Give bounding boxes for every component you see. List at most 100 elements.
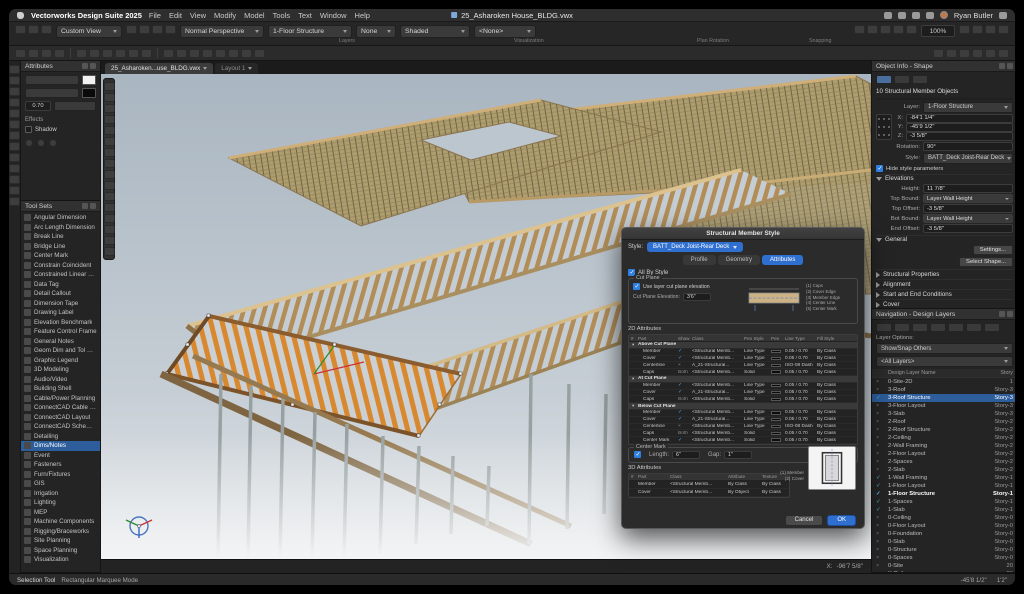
attr2d-row[interactable]: Member ✓ <Structural Memb... Line Type 0… bbox=[629, 383, 857, 390]
class-cell[interactable]: A_21-Structural... bbox=[690, 417, 742, 422]
class-cell[interactable]: <Structural Memb... bbox=[690, 397, 742, 402]
saved-view-dropdown[interactable]: Custom View bbox=[56, 25, 122, 38]
toolset-item[interactable]: Site Planning bbox=[21, 536, 100, 546]
toolset-item[interactable]: Drawing Label bbox=[21, 308, 100, 318]
basic-tool-icon[interactable] bbox=[9, 65, 20, 74]
dialog-style-dropdown[interactable]: BATT_Deck Joist-Rear Deck bbox=[647, 242, 743, 252]
layer-visibility-mark[interactable]: × bbox=[876, 515, 888, 521]
attribute-mapping-button[interactable] bbox=[49, 139, 57, 147]
design-layer-row[interactable]: × 2-Roof Story-2 bbox=[872, 418, 1016, 426]
navigation-tab-icon[interactable] bbox=[966, 323, 982, 332]
attr2d-row[interactable]: Caps Both <Structural Memb... Solid 0.05… bbox=[629, 396, 857, 403]
design-layer-row[interactable]: ✓ 3-Roof Structure Story-3 bbox=[872, 394, 1016, 402]
toolset-item[interactable]: Geom Dim and Tol Note bbox=[21, 346, 100, 356]
design-layer-row[interactable]: × 2-Slab Story-2 bbox=[872, 466, 1016, 474]
toolset-item[interactable]: Dimension Tape bbox=[21, 299, 100, 309]
design-layer-row[interactable]: × 0-Site 20 bbox=[872, 562, 1016, 570]
palette-tool-icon[interactable] bbox=[104, 181, 115, 190]
control-center-icon[interactable] bbox=[999, 12, 1007, 19]
render-mode-dropdown[interactable]: Shaded bbox=[400, 25, 470, 38]
workspace-icon[interactable] bbox=[959, 49, 970, 58]
menu-item[interactable]: Model bbox=[244, 11, 264, 20]
basic-tool-icon[interactable] bbox=[9, 131, 20, 140]
layer-visibility-mark[interactable]: × bbox=[876, 555, 888, 561]
fill-style-cell[interactable]: By Class bbox=[815, 410, 857, 415]
pan-rotate-icon[interactable] bbox=[867, 25, 878, 34]
pen-color-cell[interactable] bbox=[771, 364, 781, 368]
toolset-item[interactable]: Bridge Line bbox=[21, 242, 100, 252]
wifi-icon[interactable] bbox=[912, 12, 920, 19]
layer-visibility-mark[interactable]: × bbox=[876, 563, 888, 569]
ok-button[interactable]: OK bbox=[827, 515, 856, 526]
elevations-section-header[interactable]: Elevations bbox=[876, 174, 1013, 182]
line-type-cell[interactable]: 0.05 / 0.70 bbox=[783, 370, 815, 375]
attr3d-row[interactable]: Cover <Structural Memb... By Object By C… bbox=[629, 489, 789, 497]
attr2d-row[interactable]: Center Mark ✓ <Structural Memb... Solid … bbox=[629, 437, 857, 444]
toolset-item[interactable]: Constrained Linear Dim bbox=[21, 270, 100, 280]
user-avatar[interactable] bbox=[940, 11, 948, 19]
attr2d-row[interactable]: Caps Both <Structural Memb... Solid 0.05… bbox=[629, 430, 857, 437]
attr2d-row[interactable]: At Cut Plane bbox=[629, 376, 857, 383]
palette-tool-icon[interactable] bbox=[104, 115, 115, 124]
pen-color-cell[interactable] bbox=[771, 370, 781, 374]
tool-option-icon[interactable] bbox=[215, 49, 226, 58]
view-control-icon[interactable] bbox=[165, 25, 176, 34]
line-type-cell[interactable]: 0.05 / 0.70 bbox=[783, 383, 815, 388]
attr2d-row[interactable]: Centerline × A_21-Structural... Line Typ… bbox=[629, 362, 857, 369]
elevation-field[interactable]: 11 7/8" bbox=[923, 184, 1013, 193]
layer-visibility-mark[interactable]: × bbox=[876, 435, 888, 441]
selection-option-icon[interactable] bbox=[128, 49, 139, 58]
tool-option-icon[interactable] bbox=[202, 49, 213, 58]
navigation-tab-icon[interactable] bbox=[912, 323, 928, 332]
toolset-item[interactable]: General Notes bbox=[21, 337, 100, 347]
show-cell[interactable]: Both bbox=[676, 397, 690, 402]
workspace-icon[interactable] bbox=[972, 49, 983, 58]
class-cell[interactable]: <Structural Memb... bbox=[690, 424, 742, 429]
class-cell[interactable]: <Structural Memb... bbox=[690, 431, 742, 436]
menu-item[interactable]: View bbox=[190, 11, 206, 20]
fill-style-cell[interactable]: By Class bbox=[815, 383, 857, 388]
palette-tool-icon[interactable] bbox=[104, 225, 115, 234]
basic-tool-icon[interactable] bbox=[9, 186, 20, 195]
panel-pin-icon[interactable] bbox=[999, 311, 1005, 317]
toolset-item[interactable]: ConnectCAD Cable Route bbox=[21, 403, 100, 413]
navigation-tab-icon[interactable] bbox=[930, 323, 946, 332]
toolset-item[interactable]: Cable/Power Planning bbox=[21, 394, 100, 404]
toolset-item[interactable]: ConnectCAD Schematics bbox=[21, 422, 100, 432]
general-section-header[interactable]: General bbox=[876, 235, 1013, 243]
pen-style-dropdown[interactable] bbox=[25, 88, 79, 98]
navigation-tab-icon[interactable] bbox=[984, 323, 1000, 332]
design-layer-row[interactable]: × 0-Ceiling Story-0 bbox=[872, 514, 1016, 522]
palette-tool-icon[interactable] bbox=[104, 214, 115, 223]
menu-item[interactable]: Edit bbox=[169, 11, 182, 20]
line-type-dropdown[interactable] bbox=[54, 101, 96, 111]
view-widget-icon[interactable] bbox=[41, 25, 52, 34]
pan-rotate-icon[interactable] bbox=[906, 25, 917, 34]
attr2d-row[interactable]: Centerline × <Structural Memb... Line Ty… bbox=[629, 424, 857, 431]
class-cell[interactable]: <Structural Memb... bbox=[690, 410, 742, 415]
x-field[interactable]: -84'1 1/4" bbox=[906, 114, 1013, 123]
design-layer-row[interactable]: ✓ 1-Slab Story-1 bbox=[872, 506, 1016, 514]
toolset-item[interactable]: Detailing bbox=[21, 432, 100, 442]
palette-tool-icon[interactable] bbox=[104, 82, 115, 91]
panel-close-icon[interactable] bbox=[1007, 63, 1013, 69]
pen-style-cell[interactable]: Solid bbox=[742, 397, 769, 402]
collapsed-section-header[interactable]: Alignment bbox=[876, 279, 1013, 289]
layer-visibility-mark[interactable]: × bbox=[876, 419, 888, 425]
fill-style-cell[interactable]: By Class bbox=[815, 349, 857, 354]
toolset-item[interactable]: Fasteners bbox=[21, 460, 100, 470]
attr2d-row[interactable]: Cover ✓ <Structural Memb... Line Type 0.… bbox=[629, 356, 857, 363]
fill-style-cell[interactable]: By Class bbox=[815, 363, 857, 368]
pen-color-cell[interactable] bbox=[771, 357, 781, 361]
zoom-level-field[interactable]: 100% bbox=[921, 25, 955, 37]
fill-style-cell[interactable]: By Class bbox=[815, 438, 857, 443]
class-cell[interactable]: <Structural Memb... bbox=[690, 356, 742, 361]
menu-item[interactable]: Modify bbox=[214, 11, 236, 20]
layer-visibility-mark[interactable]: × bbox=[876, 547, 888, 553]
center-mark-gap-field[interactable]: 1" bbox=[724, 451, 752, 459]
fill-style-cell[interactable]: By Class bbox=[815, 417, 857, 422]
layer-visibility-mark[interactable]: ✓ bbox=[876, 499, 888, 505]
dialog-title[interactable]: Structural Member Style bbox=[622, 228, 864, 240]
pen-color-cell[interactable] bbox=[771, 391, 781, 395]
design-layer-row[interactable]: × 0-Site-2D 1 bbox=[872, 378, 1016, 386]
